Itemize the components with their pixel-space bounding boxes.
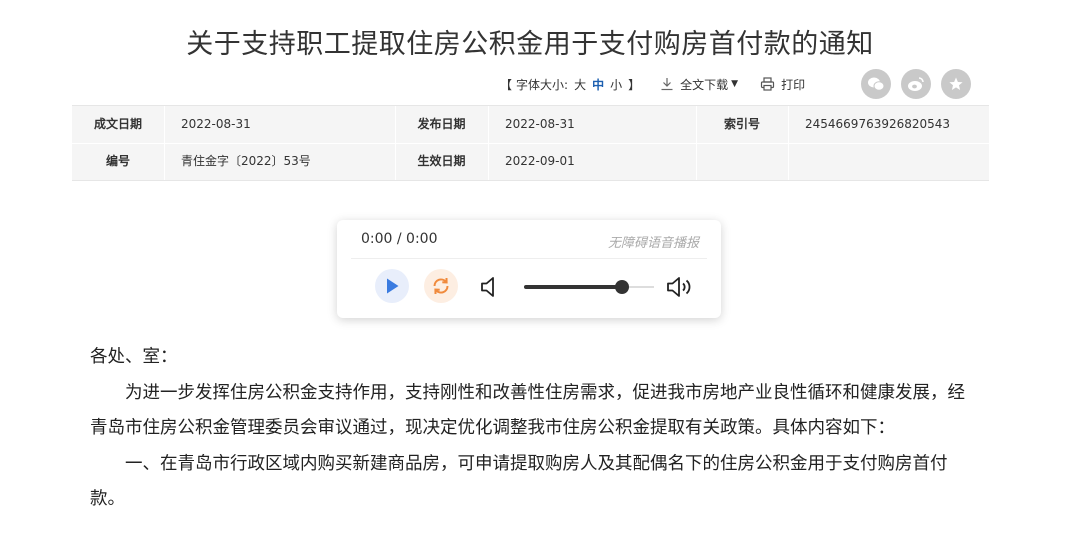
document-number-label: 编号: [105, 154, 130, 168]
volume-slider[interactable]: [524, 280, 654, 294]
greeting: 各处、室：: [90, 347, 178, 367]
share-weibo-button[interactable]: [901, 69, 931, 99]
publish-date-value: 2022-08-31: [505, 117, 575, 131]
font-size-medium[interactable]: 中: [592, 76, 604, 93]
playback-time: 0:00 / 0:00: [361, 231, 438, 247]
share-wechat-button[interactable]: [861, 69, 891, 99]
accessibility-voice-label: 无障碍语音播报: [607, 236, 699, 251]
font-size-large[interactable]: 大: [574, 76, 586, 93]
play-icon: [387, 278, 399, 294]
effective-date-label: 生效日期: [417, 154, 466, 168]
written-date-label: 成文日期: [93, 117, 142, 131]
paragraph-1: 为进一步发挥住房公积金支持作用，支持刚性和改善性住房需求，促进我市房地产业良性循…: [90, 382, 965, 439]
index-number-value: 2454669763926820543: [805, 117, 951, 131]
font-size-label: 字体大小:: [516, 77, 569, 92]
download-button[interactable]: 全文下载 ▼: [660, 76, 738, 93]
mute-button[interactable]: [479, 275, 501, 303]
download-icon: [661, 78, 673, 91]
speaker-volume-icon: [667, 277, 691, 297]
chevron-down-icon: ▼: [731, 79, 739, 89]
player-divider: [351, 258, 707, 259]
print-icon: [760, 77, 775, 91]
written-date-value: 2022-08-31: [181, 117, 251, 131]
index-number-label: 索引号: [723, 117, 760, 131]
favorite-button[interactable]: [941, 69, 971, 99]
print-button[interactable]: 打印: [760, 76, 805, 93]
audio-player: 0:00 / 0:00 无障碍语音播报: [337, 220, 721, 318]
wechat-icon: [868, 77, 885, 91]
document-number-value: 青住金字〔2022〕53号: [181, 154, 311, 168]
speaker-mute-icon: [481, 277, 494, 297]
toolbar: 【 字体大小: 大 中 小 】 全文下载 ▼ 打印: [500, 74, 805, 94]
play-button[interactable]: [375, 269, 409, 303]
publish-date-label: 发布日期: [417, 117, 466, 131]
bracket-close: 】: [628, 77, 641, 92]
star-icon: [949, 77, 963, 90]
volume-fill: [524, 285, 622, 289]
loop-button[interactable]: [424, 269, 458, 303]
page-title: 关于支持职工提取住房公积金用于支付购房首付款的通知: [186, 29, 874, 60]
font-size-small[interactable]: 小: [610, 76, 622, 93]
volume-button[interactable]: [665, 275, 695, 303]
document-info-table: 成文日期 2022-08-31 发布日期 2022-08-31 索引号 2454…: [72, 105, 989, 181]
bracket-open: 【: [500, 77, 513, 92]
weibo-icon: [908, 77, 924, 91]
paragraph-2: 一、在青岛市行政区域内购买新建商品房，可申请提取购房人及其配偶名下的住房公积金用…: [90, 453, 948, 510]
volume-handle[interactable]: [614, 280, 629, 294]
download-label: 全文下载: [680, 77, 729, 92]
document-body: 各处、室： 为进一步发挥住房公积金支持作用，支持刚性和改善性住房需求，促进我市房…: [90, 340, 970, 518]
loop-icon: [433, 277, 449, 295]
effective-date-value: 2022-09-01: [505, 154, 575, 168]
print-label: 打印: [781, 77, 806, 92]
